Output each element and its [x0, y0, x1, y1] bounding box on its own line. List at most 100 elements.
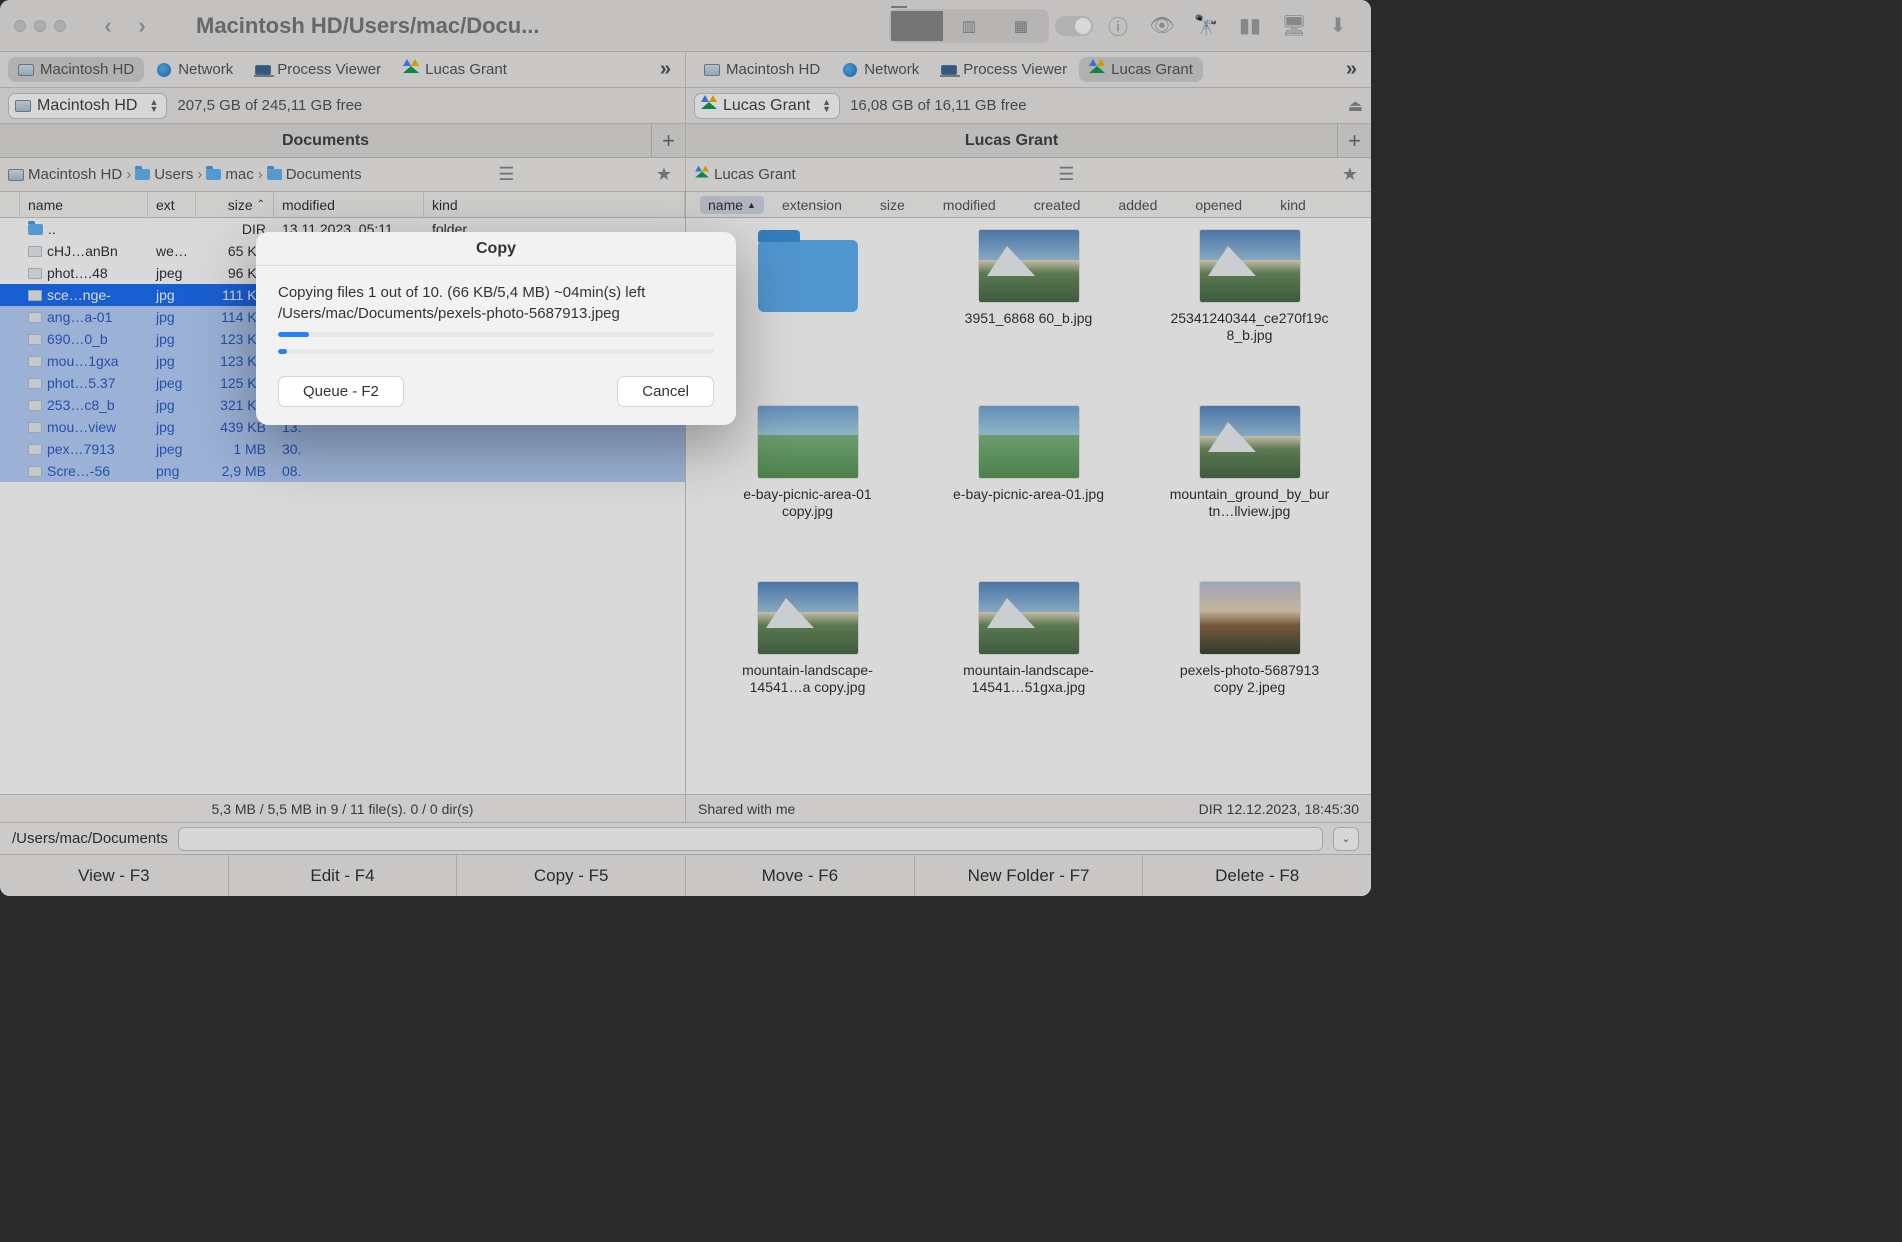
eject-icon[interactable]: ⏏	[1348, 96, 1363, 116]
binoculars-icon[interactable]: 🔭	[1187, 13, 1225, 38]
grid-item[interactable]: pexels-photo-5687913 copy 2.jpeg	[1144, 582, 1355, 752]
func-delete[interactable]: Delete - F8	[1143, 855, 1371, 896]
laptop-icon	[941, 62, 957, 78]
func-move[interactable]: Move - F6	[686, 855, 915, 896]
eye-icon[interactable]: 👁	[1143, 13, 1181, 38]
tab-network[interactable]: Network	[146, 57, 243, 82]
copy-current-file: /Users/mac/Documents/pexels-photo-568791…	[278, 305, 714, 322]
col-size[interactable]: size⌃	[196, 192, 274, 217]
tab-lucas-grant[interactable]: Lucas Grant	[393, 57, 517, 82]
right-icon-grid[interactable]: 3951_6868 60_b.jpg 25341240344_ce270f19c8…	[686, 218, 1371, 794]
nav-forward-button[interactable]: ›	[128, 12, 156, 40]
right-drive-select[interactable]: Lucas Grant ▲▼	[694, 93, 840, 119]
folder-name: Documents	[0, 132, 651, 150]
tab-process-viewer[interactable]: Process Viewer	[931, 57, 1077, 82]
breadcrumb-item[interactable]: mac	[206, 166, 253, 183]
tab-macintosh-hd[interactable]: Macintosh HD	[8, 57, 144, 82]
file-icon	[28, 334, 42, 345]
toggle-switch[interactable]	[1055, 16, 1093, 36]
col-extension[interactable]: extension	[774, 197, 850, 213]
col-opened[interactable]: opened	[1187, 197, 1250, 213]
grid-label: mountain-landscape-14541…a copy.jpg	[728, 662, 888, 696]
command-history-button[interactable]: ⌄	[1333, 827, 1359, 851]
col-modified[interactable]: modified	[274, 192, 424, 217]
queue-button[interactable]: Queue - F2	[278, 376, 404, 407]
breadcrumb-item[interactable]: Macintosh HD	[8, 166, 122, 183]
func-view[interactable]: View - F3	[0, 855, 229, 896]
function-bar: View - F3Edit - F4Copy - F5Move - F6New …	[0, 854, 1371, 896]
command-input[interactable]	[178, 827, 1323, 851]
view-mode-segment[interactable]: ▥ ▦	[889, 9, 1049, 43]
breadcrumb-item[interactable]: Documents	[267, 166, 362, 183]
col-name[interactable]: name	[20, 192, 148, 217]
new-tab-button[interactable]: +	[651, 124, 685, 158]
minimize-icon[interactable]	[34, 20, 46, 32]
grid-label: 25341240344_ce270f19c8_b.jpg	[1170, 310, 1330, 344]
sync-icon[interactable]: ▮▮	[1231, 13, 1269, 38]
new-tab-button[interactable]: +	[1337, 124, 1371, 158]
breadcrumb-item[interactable]: Lucas Grant	[694, 166, 796, 183]
grid-item[interactable]: mountain_ground_by_burtn…llview.jpg	[1144, 406, 1355, 576]
thumbnail	[1200, 582, 1300, 654]
left-column-headers[interactable]: name ext size⌃ modified kind	[0, 192, 685, 218]
grid-item[interactable]: e-bay-picnic-area-01 copy.jpg	[702, 406, 913, 576]
col-name[interactable]: name▲	[700, 196, 764, 214]
col-kind[interactable]: kind	[424, 192, 685, 217]
col-ext[interactable]: ext	[148, 192, 196, 217]
hd-icon	[8, 169, 24, 181]
download-icon[interactable]: ⬇	[1319, 13, 1357, 38]
grid-label: 3951_6868 60_b.jpg	[965, 310, 1093, 327]
col-modified[interactable]: modified	[935, 197, 1004, 213]
grid-item[interactable]: mountain-landscape-14541…a copy.jpg	[702, 582, 913, 752]
zoom-icon[interactable]	[54, 20, 66, 32]
tab-macintosh-hd[interactable]: Macintosh HD	[694, 57, 830, 82]
file-row[interactable]: Scre…-56png2,9 MB08.	[0, 460, 685, 482]
titlebar: ‹ › Macintosh HD/Users/mac/Docu... ▥ ▦ ⓘ…	[0, 0, 1371, 52]
right-column-headers[interactable]: name▲ extension size modified created added op…	[686, 192, 1371, 218]
file-row[interactable]: pex…7913jpeg1 MB30.	[0, 438, 685, 460]
hd-icon	[18, 62, 34, 78]
column-view-icon[interactable]: ▥	[943, 11, 995, 41]
tabs-overflow-icon[interactable]: »	[654, 58, 677, 81]
favorite-icon[interactable]: ★	[1337, 164, 1363, 185]
file-icon	[28, 378, 42, 389]
folder-icon	[206, 169, 221, 180]
tab-lucas-grant[interactable]: Lucas Grant	[1079, 57, 1203, 82]
info-icon[interactable]: ⓘ	[1099, 11, 1137, 40]
favorite-icon[interactable]: ★	[651, 164, 677, 185]
command-path-row: /Users/mac/Documents ⌄	[0, 822, 1371, 854]
left-drive-select[interactable]: Macintosh HD ▲▼	[8, 93, 167, 119]
right-drive-row: Lucas Grant ▲▼ 16,08 GB of 16,11 GB free…	[686, 88, 1371, 124]
folder-icon	[28, 224, 43, 235]
file-icon	[28, 268, 42, 279]
list-toggle-icon[interactable]: ☰	[493, 164, 519, 185]
tab-process-viewer[interactable]: Process Viewer	[245, 57, 391, 82]
grid-item[interactable]: 3951_6868 60_b.jpg	[923, 230, 1134, 400]
breadcrumb-item[interactable]: Users	[135, 166, 193, 183]
right-tabs: Macintosh HDNetworkProcess ViewerLucas G…	[686, 52, 1371, 88]
thumbnail	[979, 406, 1079, 478]
display-icon[interactable]: 🖥	[1275, 13, 1313, 38]
func-edit[interactable]: Edit - F4	[229, 855, 458, 896]
col-created[interactable]: created	[1026, 197, 1089, 213]
grid-view-icon[interactable]: ▦	[995, 11, 1047, 41]
thumbnail	[758, 582, 858, 654]
grid-item[interactable]: 25341240344_ce270f19c8_b.jpg	[1144, 230, 1355, 400]
tab-network[interactable]: Network	[832, 57, 929, 82]
col-size[interactable]: size	[872, 197, 913, 213]
free-space-label: 207,5 GB of 245,11 GB free	[177, 97, 362, 114]
nav-back-button[interactable]: ‹	[94, 12, 122, 40]
list-toggle-icon[interactable]: ☰	[1053, 164, 1079, 185]
close-icon[interactable]	[14, 20, 26, 32]
grid-item[interactable]: e-bay-picnic-area-01.jpg	[923, 406, 1134, 576]
func-copy[interactable]: Copy - F5	[457, 855, 686, 896]
tabs-overflow-icon[interactable]: »	[1340, 58, 1363, 81]
func-new[interactable]: New Folder - F7	[915, 855, 1144, 896]
grid-label: mountain-landscape-14541…51gxa.jpg	[949, 662, 1109, 696]
grid-item[interactable]: mountain-landscape-14541…51gxa.jpg	[923, 582, 1134, 752]
col-added[interactable]: added	[1110, 197, 1165, 213]
list-view-icon[interactable]	[891, 11, 943, 41]
col-kind[interactable]: kind	[1272, 197, 1314, 213]
cancel-button[interactable]: Cancel	[617, 376, 714, 407]
grid-label: mountain_ground_by_burtn…llview.jpg	[1170, 486, 1330, 520]
